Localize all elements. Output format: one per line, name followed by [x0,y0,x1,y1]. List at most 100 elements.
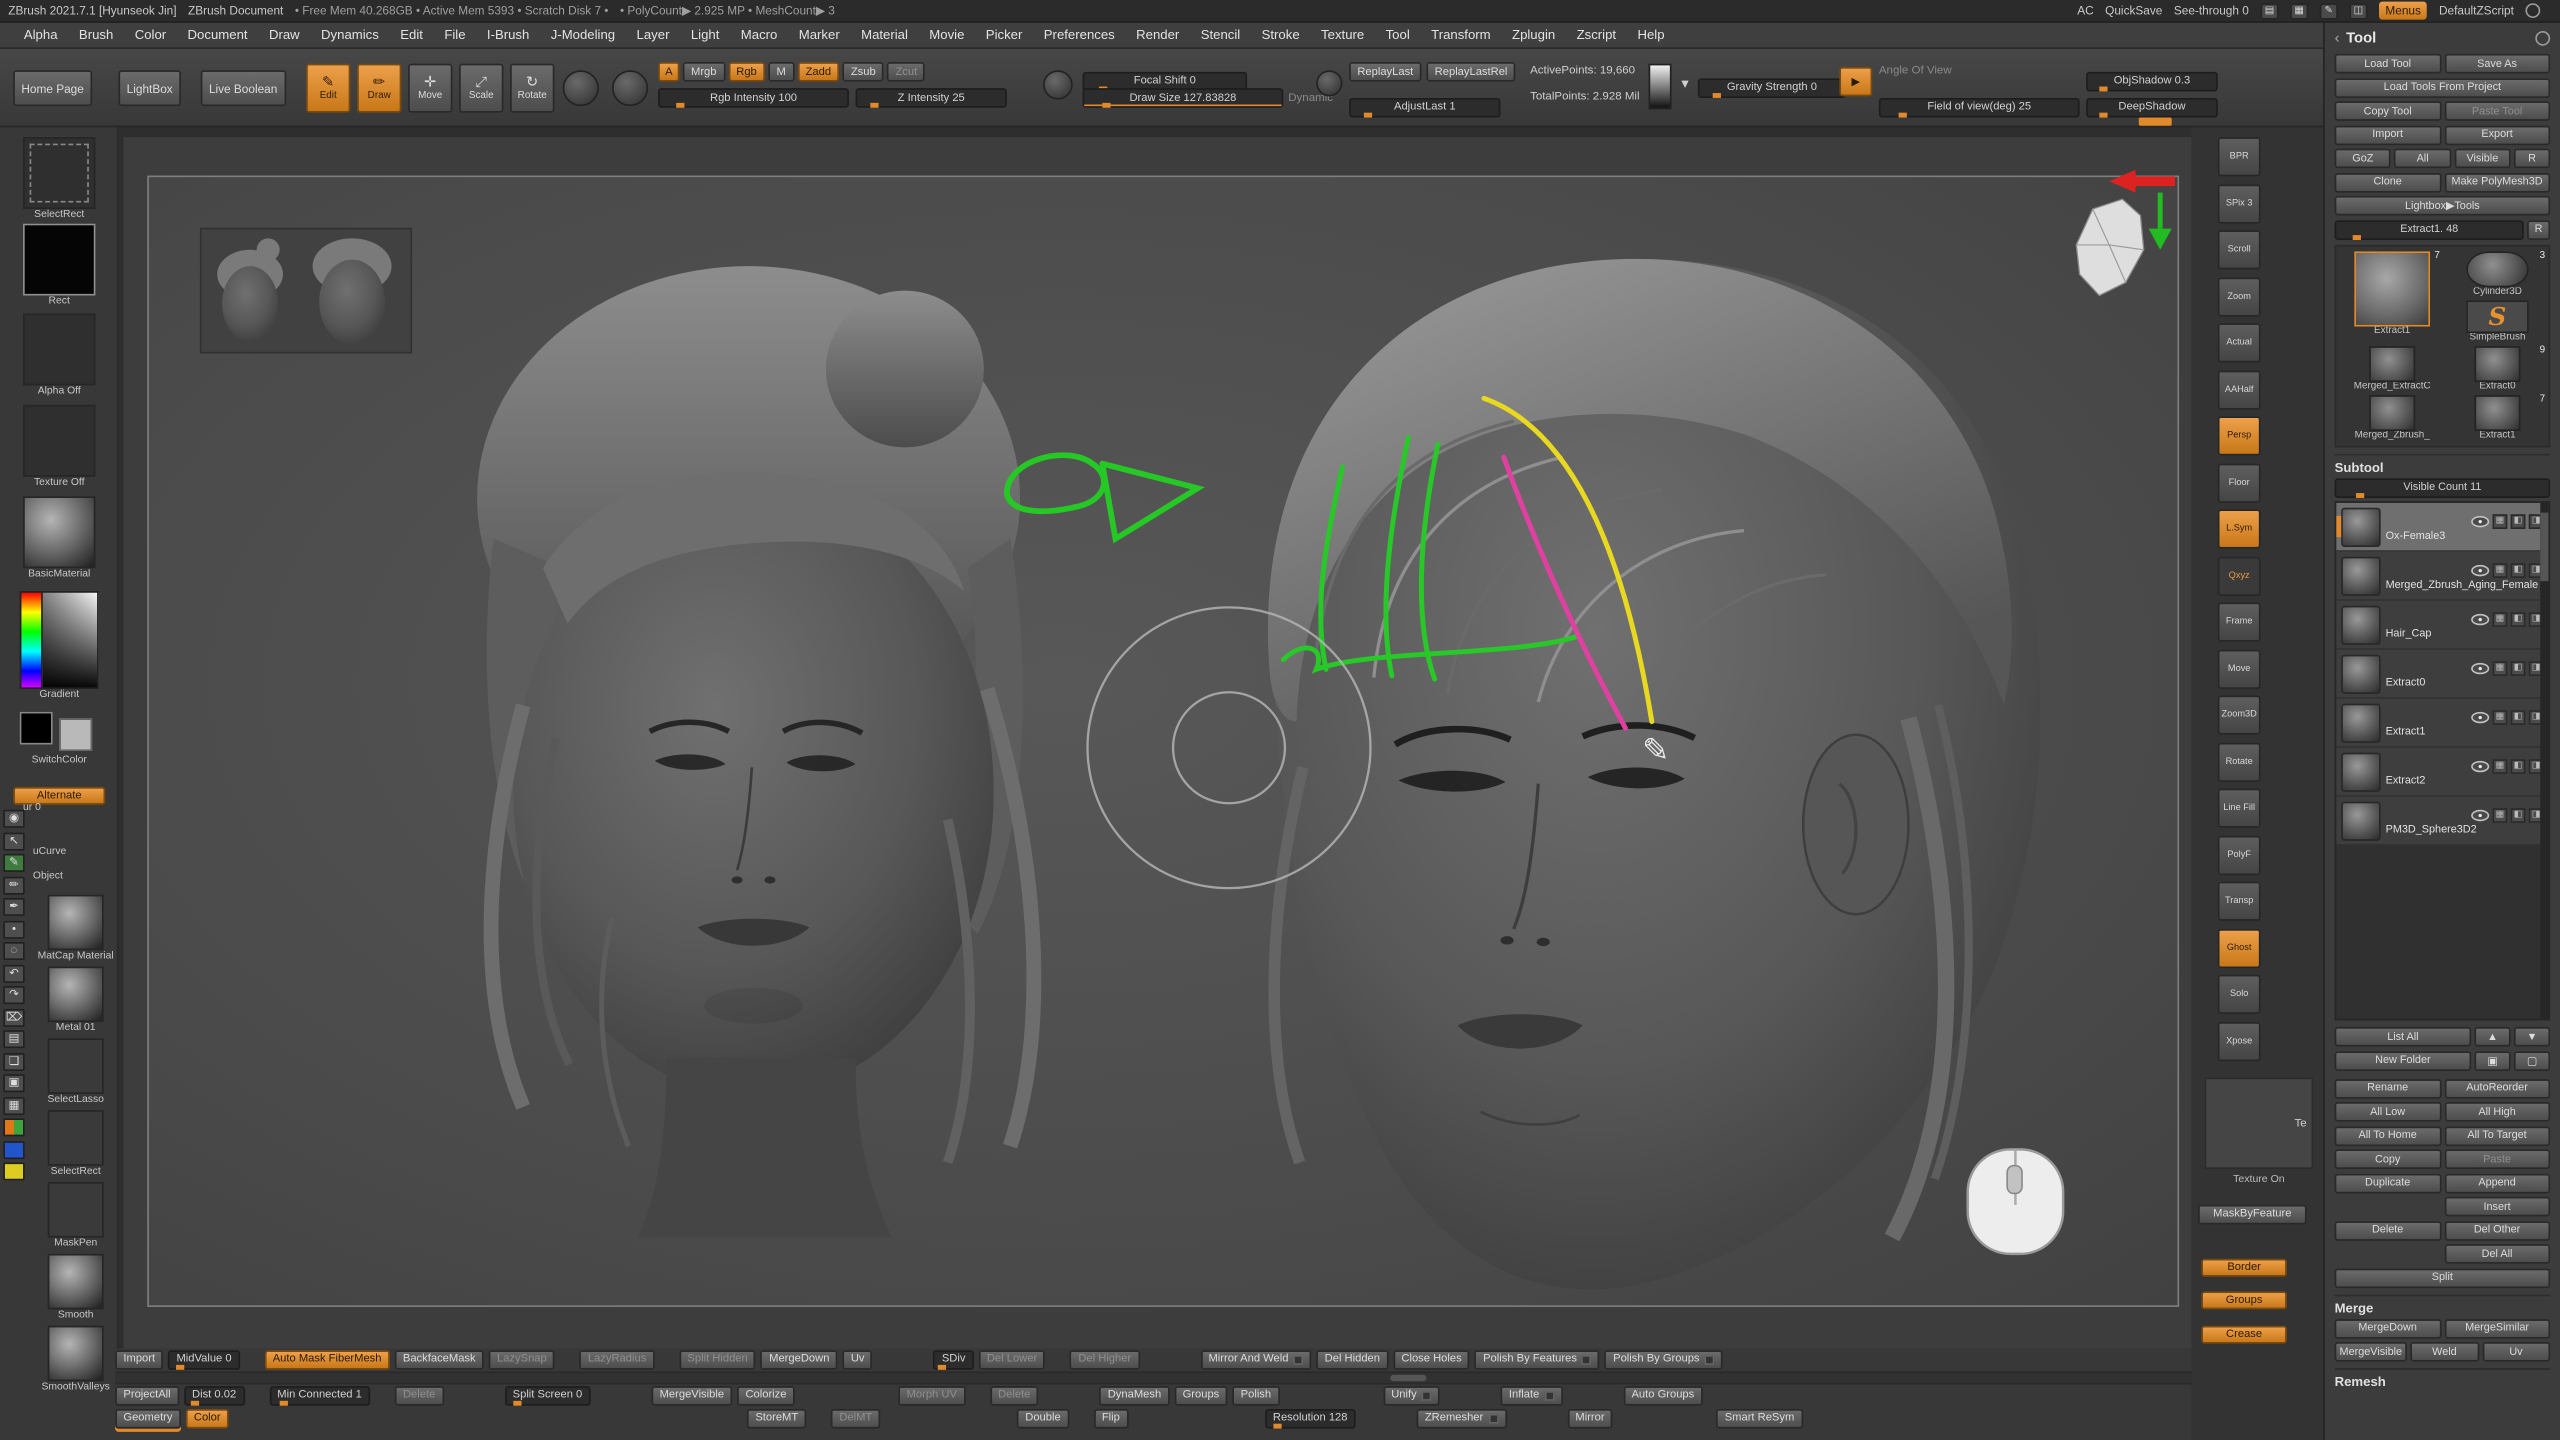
stroke-selectrect-thumbnail[interactable] [23,137,95,209]
shelf-button[interactable]: Flip [1094,1408,1128,1428]
shelf-button[interactable]: Color [186,1408,229,1428]
subtool-row[interactable]: ▦ ◧ ◨ Extract1 [2336,699,2548,748]
right-shelf-button[interactable]: Transp [2218,882,2261,921]
menu-item[interactable]: File [434,28,477,43]
list-all-button[interactable]: List All [2335,1027,2472,1047]
select-arrow-icon[interactable]: ↖ [3,832,24,850]
all-to-home-button[interactable]: All To Home [2335,1126,2441,1146]
remesh-section-header[interactable]: Remesh [2335,1368,2551,1389]
shelf-button[interactable]: StoreMT [747,1408,806,1428]
goz-visible-button[interactable]: Visible [2454,149,2510,169]
right-shelf-button[interactable]: Qxyz [2218,556,2261,595]
mergedown-button[interactable]: MergeDown [2335,1318,2441,1338]
circle-icon[interactable] [2525,3,2540,18]
paint-mode-chip[interactable]: Zadd [797,62,839,82]
duplicate-button[interactable]: Duplicate [2335,1173,2441,1193]
right-shelf-button[interactable]: AAHalf [2218,370,2261,409]
subtool-row[interactable]: ▦ ◧ ◨ Merged_Zbrush_Aging_Female [2336,552,2548,601]
merge-section-header[interactable]: Merge [2335,1294,2551,1315]
visibility-eye-icon[interactable] [2471,515,2489,526]
right-shelf-button[interactable]: Persp [2218,416,2261,455]
tray-brush-item[interactable]: Smooth [26,1254,125,1321]
undo-icon[interactable]: ↶ [3,964,24,982]
adjust-last-slider[interactable]: AdjustLast 1 [1349,97,1500,117]
import-button[interactable]: Import [2335,125,2441,145]
goz-button[interactable]: GoZ [2335,149,2391,169]
draw-size-slider[interactable]: Draw Size 127.83828 [1083,88,1284,108]
menu-item[interactable]: Stroke [1251,28,1310,43]
make-polymesh3d-button[interactable]: Make PolyMesh3D [2444,172,2550,192]
scale-button[interactable]: ⤢Scale [459,64,503,113]
menu-item[interactable]: Tool [1375,28,1421,43]
tool-thumb-extract0[interactable]: 9 Extract0 [2446,345,2548,391]
tray-brush-item[interactable]: SelectLasso [26,1038,125,1105]
pen-icon[interactable]: ✒ [3,898,24,916]
paint-mode-chip[interactable]: M [768,62,794,82]
split-button[interactable]: Split [2335,1268,2551,1288]
shelf-drag-handle[interactable] [2139,118,2172,126]
shelf-button[interactable]: LazyRadius [580,1349,655,1369]
swatch-yellow[interactable] [3,1162,24,1180]
weld-button[interactable]: Weld [2410,1342,2478,1362]
shelf-button[interactable]: Resolution 128 [1265,1408,1356,1428]
groups-button[interactable]: Groups [2201,1291,2287,1309]
move-button[interactable]: ✛Move [408,64,452,113]
right-shelf-button[interactable]: Solo [2218,975,2261,1014]
replay-icon[interactable] [1316,70,1342,96]
shelf-button[interactable]: LazySnap [489,1349,555,1369]
subtool-toggle-icon[interactable]: ▦ [2493,807,2508,822]
shelf-button[interactable]: Del Hidden [1316,1349,1388,1369]
view-thumbnails[interactable] [201,229,412,353]
shelf-button[interactable]: DelMT [831,1408,880,1428]
tray-brush-item[interactable]: SelectRect [26,1110,125,1177]
dot-icon[interactable]: • [3,920,24,938]
sculpting-viewport[interactable]: ✎ ◀▶ [123,137,2191,1348]
rgb-intensity-slider[interactable]: Rgb Intensity 100 [658,88,849,108]
swatch-orange-green[interactable] [3,1118,24,1136]
del-all-button[interactable]: Del All [2444,1244,2550,1264]
tray-brush-item[interactable]: SmoothValleys [26,1326,125,1393]
subtool-toggle-icon[interactable]: ▦ [2493,660,2508,675]
shelf-button[interactable]: Delete [395,1385,444,1405]
grid-icon[interactable]: ▦ [2290,2,2308,18]
ac-button[interactable]: AC [2077,3,2093,18]
paste-tool-button[interactable]: Paste Tool [2444,101,2550,121]
main-color-swatch[interactable] [20,712,53,745]
pencil-icon[interactable]: ✎ [2320,2,2338,18]
swatch-blue[interactable] [3,1140,24,1158]
right-shelf-button[interactable]: Floor [2218,463,2261,502]
menus-toggle[interactable]: Menus [2379,2,2428,20]
camera-icon[interactable]: ▶ [1839,67,1872,96]
shelf-button[interactable]: Groups [1174,1385,1227,1405]
visible-count-slider[interactable]: Visible Count 11 [2335,478,2551,498]
live-boolean-button[interactable]: Live Boolean [201,70,286,106]
paint-mode-chip[interactable]: Rgb [728,62,765,82]
tray-brush-item[interactable]: Metal 01 [26,967,125,1034]
slider-r-toggle[interactable]: R [2527,220,2550,240]
menu-item[interactable]: Macro [730,28,788,43]
menu-item[interactable]: Picker [975,28,1033,43]
visibility-eye-icon[interactable]: ◉ [3,810,24,828]
load-tool-button[interactable]: Load Tool [2335,54,2441,74]
copy-tool-button[interactable]: Copy Tool [2335,101,2441,121]
rotate-button[interactable]: ↻Rotate [510,64,554,113]
stroke-icon[interactable] [563,70,599,106]
shelf-button[interactable]: Dist 0.02 [184,1385,245,1405]
subtool-row[interactable]: ▦ ◧ ◨ Extract0 [2336,650,2548,699]
right-shelf-button[interactable]: Frame [2218,602,2261,641]
paint-mode-chip[interactable]: Mrgb [683,62,725,82]
brush-icon[interactable]: ✏ [3,876,24,894]
shelf-button[interactable]: Close Holes [1393,1349,1470,1369]
subtool-row[interactable]: ▦ ◧ ◨ Hair_Cap [2336,601,2548,650]
subtool-toggle-icon[interactable]: ◧ [2511,611,2526,626]
shelf-button[interactable]: Inflate [1501,1385,1563,1405]
right-shelf-button[interactable]: Xpose [2218,1021,2261,1060]
menu-item[interactable]: Light [680,28,730,43]
shelf-button[interactable]: ZRemesher [1417,1408,1507,1428]
menu-item[interactable]: Help [1627,28,1675,43]
subtool-row[interactable]: ▦ ◧ ◨ Ox-Female3 [2336,503,2548,552]
menu-item[interactable]: Transform [1420,28,1501,43]
shelf-button[interactable]: Polish By Features [1475,1349,1600,1369]
subtool-toggle-icon[interactable]: ◧ [2511,660,2526,675]
shelf-button[interactable]: Double [1017,1408,1069,1428]
